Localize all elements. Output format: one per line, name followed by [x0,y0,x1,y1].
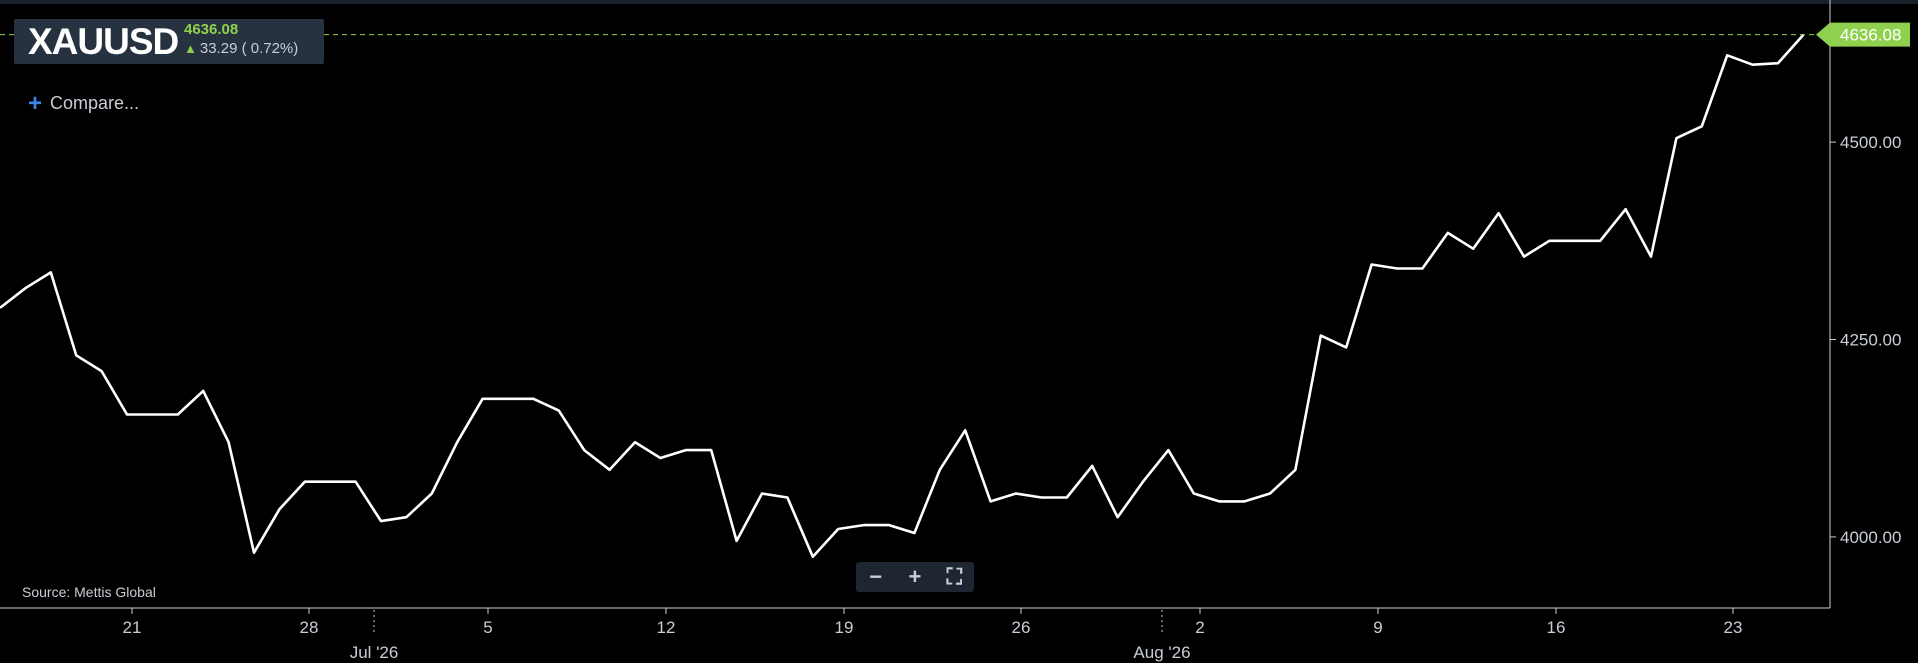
last-price-tag-label: 4636.08 [1840,26,1901,45]
x-tick-label: 21 [123,618,142,637]
zoom-controls: − + ⛶ [856,562,974,592]
month-label: Jul '26 [350,643,399,662]
plot-area [0,33,1830,559]
x-tick-label: 28 [300,618,319,637]
ticker-change-value: 33.29 ( 0.72%) [199,40,299,57]
x-tick-label: 9 [1373,618,1382,637]
x-tick-label: 26 [1012,618,1031,637]
y-tick-label: 4250.00 [1840,331,1901,350]
fullscreen-button[interactable]: ⛶ [939,564,969,590]
x-tick-label: 12 [657,618,676,637]
ticker-change: ▲ 33.29 ( 0.72%) [184,40,298,57]
price-line [0,33,1805,559]
ticker-symbol: XAUUSD [28,21,179,62]
plus-icon: + [28,89,43,117]
source-label: Source: Mettis Global [22,584,156,600]
y-tick-label: 4000.00 [1840,528,1901,547]
compare-label: Compare... [50,93,140,113]
x-tick-label: 23 [1724,618,1743,637]
x-tick-label: 19 [835,618,854,637]
ticker-price: 4636.08 [184,21,239,38]
compare-button[interactable]: + Compare... [28,89,140,117]
last-price-tag: 4636.08 [1816,22,1910,47]
month-label: Aug '26 [1133,643,1190,662]
y-tick-label: 4500.00 [1840,133,1901,152]
ticker-box: XAUUSD 4636.08 ▲ 33.29 ( 0.72%) [14,19,324,64]
zoom-in-button[interactable]: + [900,564,930,590]
x-tick-label: 2 [1195,618,1204,637]
arrow-up-icon: ▲ [184,41,197,56]
x-tick-label: 16 [1547,618,1566,637]
x-tick-label: 5 [483,618,492,637]
zoom-out-button[interactable]: − [861,564,891,590]
